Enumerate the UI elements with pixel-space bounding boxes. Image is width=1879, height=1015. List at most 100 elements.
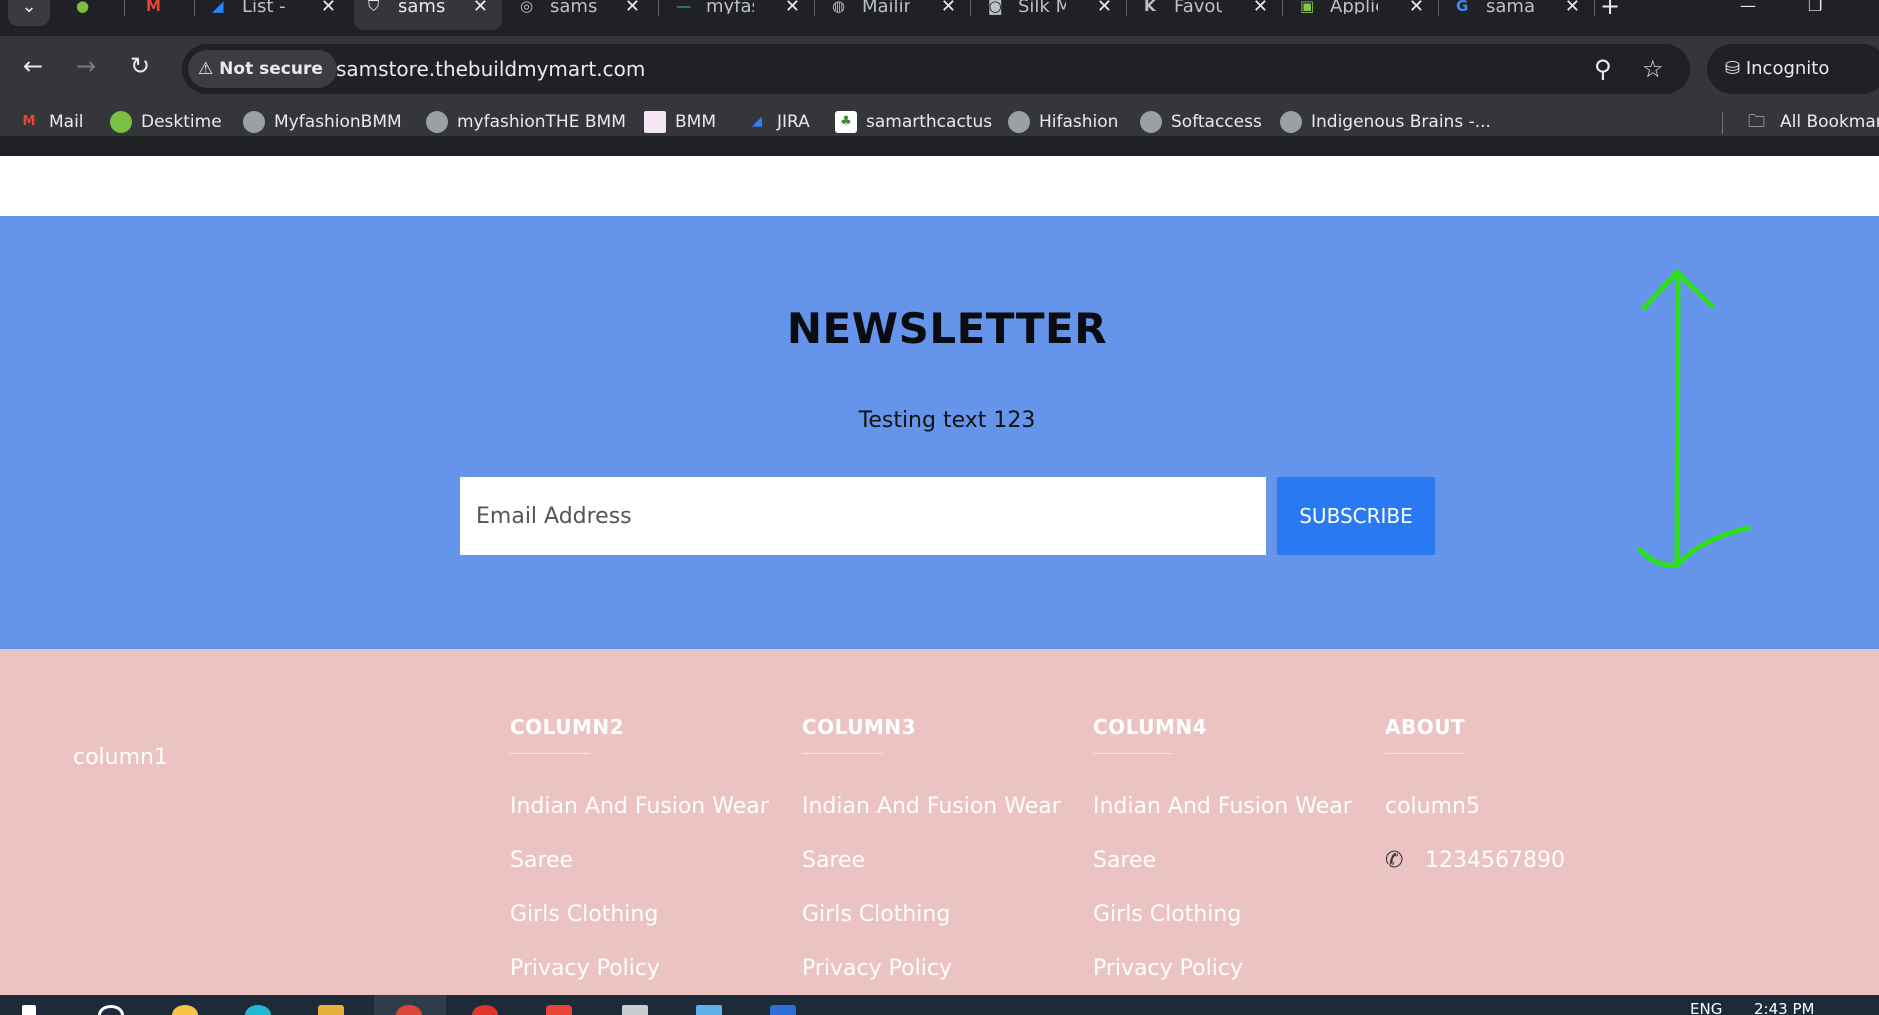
email-input[interactable]: [460, 477, 1266, 555]
reload-button[interactable]: ↻: [123, 52, 157, 80]
star-icon[interactable]: ☆: [1642, 44, 1664, 94]
tab-separator: [124, 0, 125, 16]
dash-icon: —: [676, 0, 691, 15]
globe-icon: [1008, 111, 1030, 133]
footer-link[interactable]: Indian And Fusion Wear: [802, 794, 1072, 848]
tab-favourites[interactable]: K Favou ✕: [1130, 0, 1282, 30]
footer-column2: COLUMN2 Indian And Fusion Wear Saree Gir…: [510, 715, 780, 995]
start-icon[interactable]: [22, 1005, 36, 1015]
globe-icon: ◍: [832, 0, 846, 15]
close-icon[interactable]: ✕: [1253, 0, 1268, 16]
close-icon[interactable]: ✕: [1409, 0, 1424, 16]
footer-link[interactable]: Saree: [802, 848, 1072, 902]
phone-number: 1234567890: [1425, 848, 1565, 873]
tab-samstore-active[interactable]: ⛉ samstc ✕: [354, 0, 502, 30]
newsletter-section: NEWSLETTER Testing text 123 SUBSCRIBE: [0, 216, 1879, 649]
tab-title: samstc: [550, 0, 598, 14]
calendar-icon[interactable]: [770, 1005, 796, 1015]
tab-title: myfas: [706, 0, 754, 14]
tab-separator: [658, 0, 659, 16]
footer-heading: COLUMN3: [802, 715, 916, 754]
close-icon[interactable]: ✕: [1097, 0, 1112, 16]
bookmark-hifashion[interactable]: Hifashion: [1008, 106, 1118, 138]
tab-myfashion[interactable]: — myfas ✕: [662, 0, 814, 30]
tab-gmail[interactable]: M: [132, 0, 194, 30]
arrow-right-icon: →: [75, 52, 97, 80]
double-arrow-annotation-icon: [1637, 269, 1751, 569]
close-icon[interactable]: ✕: [785, 0, 800, 16]
new-tab-button[interactable]: +: [1600, 0, 1620, 18]
footer-link[interactable]: Saree: [510, 848, 780, 902]
footer-link[interactable]: Privacy Policy: [510, 956, 780, 995]
tab-samstore-2[interactable]: ◎ samstc ✕: [506, 0, 654, 30]
footer-link[interactable]: Girls Clothing: [1093, 902, 1363, 956]
close-icon[interactable]: ✕: [1565, 0, 1580, 16]
footer-link[interactable]: Saree: [1093, 848, 1363, 902]
back-button[interactable]: ←: [16, 52, 50, 80]
bookmark-indigenous-brains[interactable]: Indigenous Brains -...: [1280, 106, 1491, 138]
app-icon[interactable]: [622, 1005, 648, 1015]
window-icon[interactable]: [696, 1005, 722, 1015]
zoom-icon[interactable]: ⚲: [1594, 44, 1612, 94]
bookmark-bmm[interactable]: BMM: [644, 106, 716, 138]
restore-icon[interactable]: ❐: [1808, 0, 1822, 14]
tab-silk[interactable]: ◙ Silk M ✕: [974, 0, 1126, 30]
footer-link[interactable]: Privacy Policy: [802, 956, 1072, 995]
tab-search-button[interactable]: ⌄: [8, 0, 50, 26]
tab-desktime[interactable]: ●: [62, 0, 128, 30]
chevron-down-icon: ⌄: [21, 0, 37, 17]
clock[interactable]: 2:43 PM: [1754, 1000, 1814, 1015]
footer-link[interactable]: Girls Clothing: [510, 902, 780, 956]
address-bar[interactable]: ⚠ Not secure samstore.thebuildmymart.com…: [182, 44, 1690, 94]
close-icon[interactable]: ✕: [473, 0, 488, 16]
bookmark-mail[interactable]: M Mail: [18, 106, 84, 138]
bookmark-softaccess[interactable]: Softaccess: [1140, 106, 1262, 138]
footer-link[interactable]: Indian And Fusion Wear: [1093, 794, 1363, 848]
url-text[interactable]: samstore.thebuildmymart.com: [336, 44, 645, 94]
security-chip[interactable]: ⚠ Not secure: [188, 50, 337, 88]
globe-icon: [1280, 111, 1302, 133]
bookmark-jira[interactable]: ◢ JIRA: [746, 106, 810, 138]
tab-list[interactable]: ◢ List - I ✕: [198, 0, 350, 30]
close-icon[interactable]: ✕: [625, 0, 640, 16]
arrow-left-icon: ←: [22, 52, 44, 80]
all-bookmarks-button[interactable]: 🗀All Bookmarks: [1748, 106, 1879, 138]
bookmark-myfashion-the-bmm[interactable]: myfashionTHE BMM: [426, 106, 626, 138]
bookmark-desktime[interactable]: Desktime: [110, 106, 222, 138]
tab-title: samar: [1486, 0, 1534, 14]
image-icon: ▣: [1300, 0, 1315, 15]
subscribe-button[interactable]: SUBSCRIBE: [1277, 477, 1435, 555]
incognito-label: Incognito: [1745, 58, 1830, 79]
about-text: column5: [1385, 794, 1480, 819]
tab-application[interactable]: ▣ Applic ✕: [1286, 0, 1438, 30]
page-viewport: NEWSLETTER Testing text 123 SUBSCRIBE co…: [0, 156, 1879, 995]
desktime-icon: ●: [76, 0, 90, 15]
close-icon[interactable]: ✕: [321, 0, 336, 16]
bookmarks-bar: M Mail Desktime MyfashionBMM myfashionTHE…: [0, 106, 1879, 138]
opera-icon[interactable]: [472, 1005, 498, 1015]
footer-heading: COLUMN4: [1093, 715, 1207, 754]
gmail-icon: M: [22, 114, 36, 129]
edge-icon[interactable]: [245, 1005, 271, 1015]
close-icon[interactable]: ✕: [941, 0, 956, 16]
tab-mailing[interactable]: ◍ Mailin ✕: [818, 0, 970, 30]
brave-icon[interactable]: [546, 1005, 572, 1015]
phone-link[interactable]: ✆ 1234567890: [1385, 848, 1655, 902]
search-icon[interactable]: [98, 1005, 124, 1015]
newsletter-text: Testing text 123: [858, 408, 1036, 433]
bookmark-myfashionbmm[interactable]: MyfashionBMM: [243, 106, 402, 138]
footer-link[interactable]: Girls Clothing: [802, 902, 1072, 956]
taskbar: ENG 2:43 PM: [0, 995, 1879, 1015]
folder-icon[interactable]: [318, 1005, 344, 1015]
bookmark-samarthcactus[interactable]: ♣ samarthcactus: [835, 106, 992, 138]
forward-button[interactable]: →: [69, 52, 103, 80]
footer-link[interactable]: Privacy Policy: [1093, 956, 1363, 995]
incognito-chip[interactable]: ⛁ Incognito: [1707, 44, 1879, 94]
footer-link[interactable]: Indian And Fusion Wear: [510, 794, 780, 848]
language-indicator[interactable]: ENG: [1690, 1000, 1722, 1015]
tab-title: Silk M: [1018, 0, 1066, 14]
pin-app-icon[interactable]: [172, 1005, 198, 1015]
minimize-icon[interactable]: —: [1740, 0, 1756, 14]
reload-icon: ↻: [129, 52, 151, 80]
tab-google-search[interactable]: Gsamar ✕: [1442, 0, 1594, 30]
